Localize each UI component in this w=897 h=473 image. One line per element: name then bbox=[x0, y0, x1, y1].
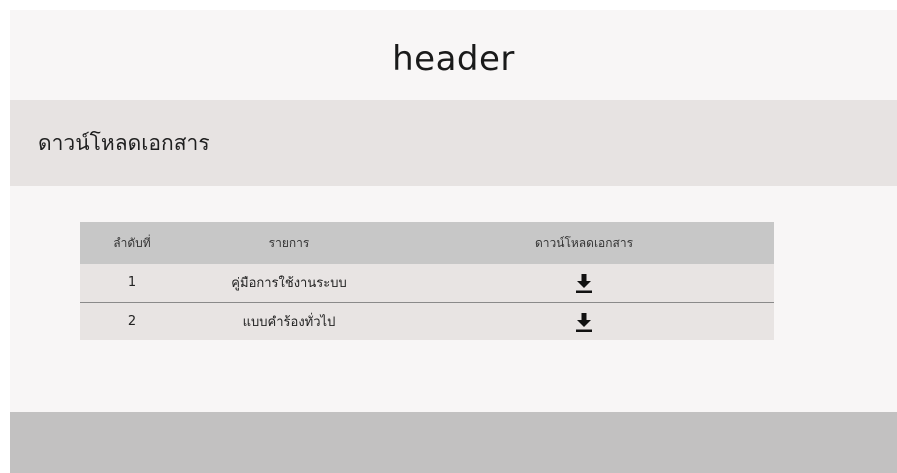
download-button[interactable] bbox=[571, 310, 597, 334]
row-index: 1 bbox=[127, 275, 137, 291]
column-header-download: ดาวน์โหลดเอกสาร bbox=[534, 235, 634, 250]
download-button[interactable] bbox=[571, 271, 597, 295]
documents-table-container: ลำดับที่ รายการ ดาวน์โหลดเอกสาร 1 คู่มือ… bbox=[80, 222, 774, 340]
section-bar: ดาวน์โหลดเอกสาร bbox=[10, 100, 897, 186]
column-header-item: รายการ bbox=[268, 235, 310, 250]
header-title: header bbox=[392, 39, 515, 79]
column-header-index: ลำดับที่ bbox=[113, 235, 151, 250]
row-index: 2 bbox=[127, 313, 137, 329]
table-head: ลำดับที่ รายการ ดาวน์โหลดเอกสาร bbox=[80, 222, 774, 264]
download-icon bbox=[576, 312, 592, 332]
row-download-cell bbox=[394, 264, 774, 302]
table-body: 1 คู่มือการใช้งานระบบ 2 แบบคำร้องทั่วไป bbox=[80, 264, 774, 340]
row-download-cell bbox=[394, 302, 774, 340]
table-row: 2 แบบคำร้องทั่วไป bbox=[80, 302, 774, 340]
footer bbox=[10, 412, 897, 473]
download-icon bbox=[576, 274, 592, 294]
documents-table: ลำดับที่ รายการ ดาวน์โหลดเอกสาร 1 คู่มือ… bbox=[80, 222, 774, 340]
table-header-row: ลำดับที่ รายการ ดาวน์โหลดเอกสาร bbox=[80, 222, 774, 264]
row-document-name: แบบคำร้องทั่วไป bbox=[242, 314, 336, 330]
table-row: 1 คู่มือการใช้งานระบบ bbox=[80, 264, 774, 302]
row-document-name: คู่มือการใช้งานระบบ bbox=[231, 276, 347, 292]
section-title: ดาวน์โหลดเอกสาร bbox=[38, 130, 210, 155]
page: header ดาวน์โหลดเอกสาร ลำดับที่ รายการ ด… bbox=[10, 10, 897, 473]
header: header bbox=[10, 10, 897, 100]
